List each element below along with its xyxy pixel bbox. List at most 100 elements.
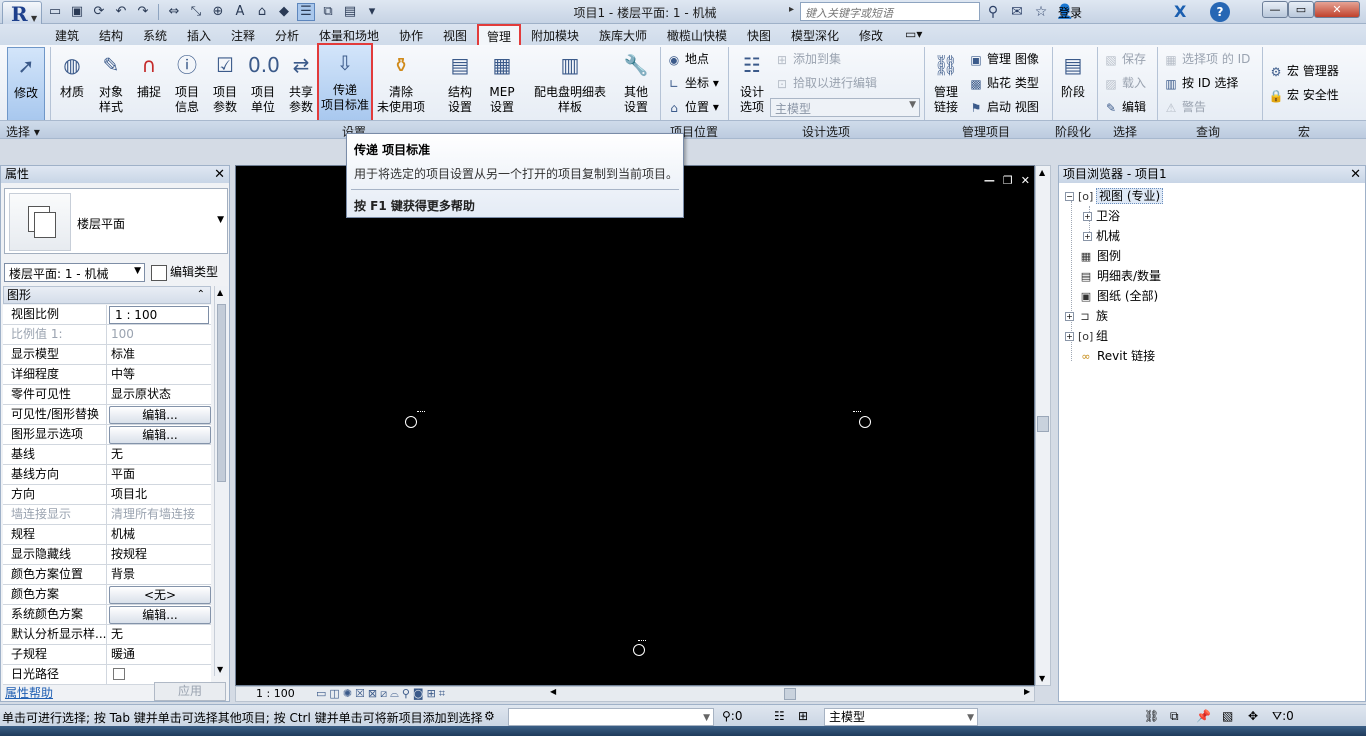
- save-selection-button[interactable]: ▧ 保存: [1103, 49, 1146, 69]
- sync-icon[interactable]: ⟳: [90, 3, 108, 21]
- coordinates-dropdown[interactable]: ∟ 坐标 ▾: [666, 73, 719, 93]
- reveal-hidden-icon[interactable]: ◙: [413, 687, 424, 701]
- tab-view[interactable]: 视图: [443, 27, 467, 44]
- phases-button[interactable]: ▤ 阶段: [1054, 47, 1092, 123]
- scroll-right-icon[interactable]: ▶: [1024, 687, 1030, 696]
- scroll-left-icon[interactable]: ◀: [550, 687, 556, 696]
- edit-selection-button[interactable]: ✎ 编辑: [1103, 97, 1146, 117]
- ribbon-options-dropdown[interactable]: ▭▾: [905, 27, 922, 41]
- favorites-star-icon[interactable]: ☆: [1032, 3, 1050, 21]
- tab-manage[interactable]: 管理: [477, 24, 522, 45]
- system-color-schemes-button[interactable]: 编辑...: [109, 606, 211, 624]
- property-row[interactable]: 可见性/图形替换 编辑...: [3, 405, 211, 425]
- property-row[interactable]: 系统颜色方案 编辑...: [3, 605, 211, 625]
- design-options-status-icon[interactable]: ☷: [774, 709, 785, 723]
- select-pinned-icon[interactable]: 📌: [1196, 709, 1211, 723]
- scroll-up-icon[interactable]: ▲: [1039, 168, 1045, 177]
- worksets-icon[interactable]: ⚙: [484, 709, 495, 723]
- dimension-icon[interactable]: ⤡: [187, 3, 205, 21]
- search-input[interactable]: 键入关键字或短语: [800, 2, 980, 21]
- expand-icon[interactable]: +: [1083, 232, 1092, 241]
- restore-view-icon[interactable]: ❐: [1003, 174, 1013, 187]
- edit-graphic-display-button[interactable]: 编辑...: [109, 426, 211, 444]
- project-units-button[interactable]: 0.0 项目 单位: [244, 47, 282, 123]
- panel-label-select[interactable]: 选择 ▾: [6, 123, 40, 140]
- mep-settings-button[interactable]: ▦ MEP 设置: [483, 47, 521, 123]
- tree-node-views[interactable]: − [o] 视图 (专业): [1065, 187, 1164, 205]
- crop-view-icon[interactable]: ⊠: [368, 687, 377, 701]
- close-button[interactable]: ✕: [1314, 1, 1360, 18]
- panel-schedule-templates-button[interactable]: ▥ 配电盘明细表 样板: [531, 47, 609, 123]
- view-scale-button[interactable]: 1 : 100: [256, 687, 295, 700]
- object-styles-button[interactable]: ✎ 对象 样式: [92, 47, 130, 123]
- measure-icon[interactable]: ⇔: [165, 3, 183, 21]
- edit-type-button[interactable]: 编辑类型: [151, 263, 218, 281]
- show-crop-region-icon[interactable]: ⧄: [380, 687, 387, 701]
- elevation-marker[interactable]: [859, 416, 871, 428]
- property-row[interactable]: 方向 项目北: [3, 485, 211, 505]
- selection-filter[interactable]: ⛛:0: [1272, 709, 1294, 724]
- collapse-icon[interactable]: ⌃: [197, 287, 205, 303]
- snaps-button[interactable]: ∩ 捕捉: [130, 47, 168, 123]
- macro-security-button[interactable]: 🔒 宏 安全性: [1268, 85, 1339, 105]
- tab-olive-mountain[interactable]: 橄榄山快模: [667, 27, 727, 44]
- warnings-button[interactable]: ⚠ 警告: [1163, 97, 1206, 117]
- additional-settings-button[interactable]: 🔧 其他 设置: [616, 47, 656, 123]
- workset-combo[interactable]: ▼: [508, 708, 714, 726]
- select-links-icon[interactable]: ⛓: [1144, 709, 1159, 723]
- drawing-canvas[interactable]: — ❐ ✕: [235, 165, 1035, 686]
- tree-node-mechanical[interactable]: + 机械: [1083, 227, 1120, 245]
- undo-icon[interactable]: ↶: [112, 3, 130, 21]
- close-view-icon[interactable]: ✕: [1021, 174, 1030, 187]
- select-by-id-button[interactable]: ▥ 按 ID 选择: [1163, 73, 1238, 93]
- select-underlay-icon[interactable]: ⧉: [1170, 709, 1179, 724]
- project-information-button[interactable]: ⓘ 项目 信息: [168, 47, 206, 123]
- tab-quick-drawing[interactable]: 快图: [747, 27, 771, 44]
- location-button[interactable]: ◉ 地点: [666, 49, 709, 69]
- property-row[interactable]: 子规程 暖通: [3, 645, 211, 665]
- tab-collaborate[interactable]: 协作: [399, 27, 423, 44]
- tab-annotate[interactable]: 注释: [231, 27, 255, 44]
- shadows-icon[interactable]: ☒: [355, 687, 365, 701]
- color-scheme-button[interactable]: <无>: [109, 586, 211, 604]
- properties-scrollbar[interactable]: ▲ ▼: [214, 286, 228, 676]
- tab-family-library[interactable]: 族库大师: [599, 27, 647, 44]
- unlock-3d-icon[interactable]: ⌓: [390, 687, 399, 701]
- property-row[interactable]: 颜色方案 <无>: [3, 585, 211, 605]
- tab-structure[interactable]: 结构: [99, 27, 123, 44]
- design-options-button[interactable]: ☷ 设计 选项: [733, 47, 771, 123]
- tree-node-sheets[interactable]: ▣ 图纸 (全部): [1079, 287, 1158, 305]
- transfer-project-standards-button[interactable]: ⇩ 传递 项目标准: [317, 43, 373, 125]
- property-group-graphics[interactable]: 图形 ⌃: [3, 286, 211, 304]
- pick-to-edit-button[interactable]: ⊡ 拾取以进行编辑: [774, 73, 877, 93]
- sun-path-icon[interactable]: ✺: [343, 687, 352, 701]
- add-to-set-button[interactable]: ⊞ 添加到集: [774, 49, 841, 69]
- position-dropdown[interactable]: ⌂ 位置 ▾: [666, 97, 719, 117]
- elevation-marker[interactable]: [633, 644, 645, 656]
- help-icon[interactable]: ?: [1210, 2, 1230, 22]
- tab-analyze[interactable]: 分析: [275, 27, 299, 44]
- structural-settings-button[interactable]: ▤ 结构 设置: [441, 47, 479, 123]
- binoculars-icon[interactable]: ⚲: [984, 3, 1002, 21]
- minimize-view-icon[interactable]: —: [984, 174, 995, 187]
- starting-view-button[interactable]: ⚑ 启动 视图: [968, 97, 1039, 117]
- tab-model-detailing[interactable]: 模型深化: [791, 27, 839, 44]
- shared-parameters-button[interactable]: ⇄ 共享 参数: [282, 47, 320, 123]
- scroll-down-icon[interactable]: ▼: [1039, 674, 1045, 683]
- property-row[interactable]: 基线方向 平面: [3, 465, 211, 485]
- active-design-option-combo[interactable]: 主模型 ▼: [770, 98, 920, 117]
- tree-node-plumbing[interactable]: + 卫浴: [1083, 207, 1120, 225]
- thin-lines-icon[interactable]: ☰: [297, 3, 315, 21]
- tab-systems[interactable]: 系统: [143, 27, 167, 44]
- manage-images-button[interactable]: ▣ 管理 图像: [968, 49, 1039, 69]
- property-row[interactable]: 零件可见性 显示原状态: [3, 385, 211, 405]
- open-icon[interactable]: ▭: [46, 3, 64, 21]
- scrollbar-thumb[interactable]: [217, 304, 226, 482]
- section-icon[interactable]: ◆: [275, 3, 293, 21]
- tab-insert[interactable]: 插入: [187, 27, 211, 44]
- expand-icon[interactable]: +: [1065, 312, 1074, 321]
- maximize-button[interactable]: ▭: [1288, 1, 1314, 18]
- subscription-icon[interactable]: ✉: [1008, 3, 1026, 21]
- visual-style-icon[interactable]: ◫: [329, 687, 339, 701]
- expand-icon[interactable]: +: [1083, 212, 1092, 221]
